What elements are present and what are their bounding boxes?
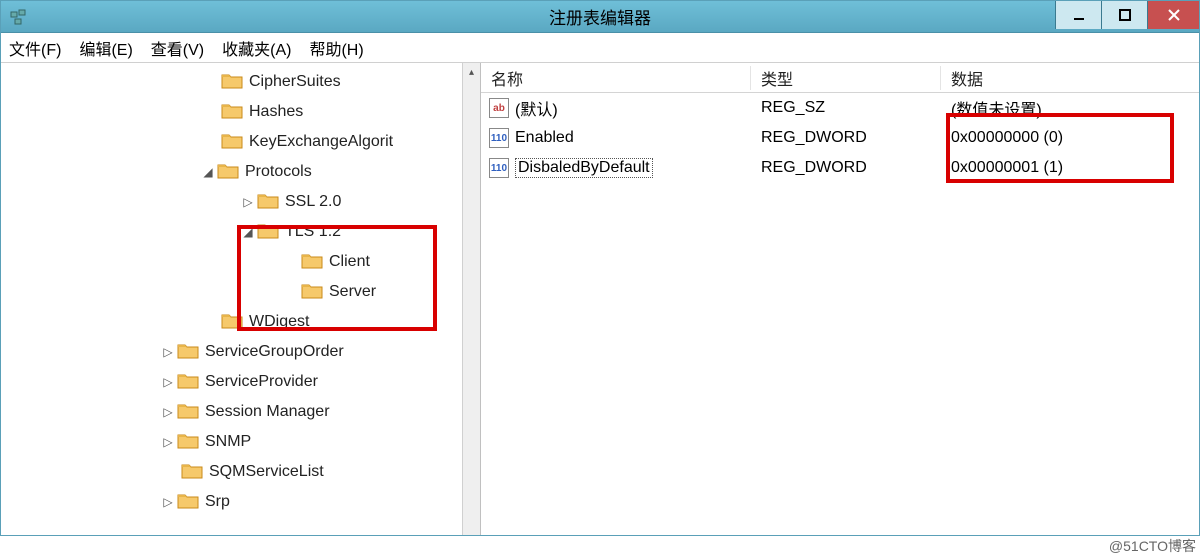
registry-editor-window: 注册表编辑器 文件(F) 编辑(E) 查看(V) 收藏夹(A) 帮助(H) Ci… (0, 0, 1200, 536)
tree-item[interactable]: ▷ ServiceGroupOrder (1, 337, 480, 367)
title-bar[interactable]: 注册表编辑器 (1, 1, 1199, 33)
expand-toggle-icon[interactable]: ▷ (161, 405, 175, 419)
tree-item[interactable]: ◢ Protocols (1, 157, 480, 187)
folder-icon (177, 342, 199, 362)
tree-item[interactable]: WDigest (1, 307, 480, 337)
tree-item-label: Session Manager (205, 403, 330, 421)
folder-icon (301, 282, 323, 302)
expand-toggle-icon[interactable]: ▷ (161, 375, 175, 389)
tree-item[interactable]: ▷ ServiceProvider (1, 367, 480, 397)
value-row[interactable]: 110 DisbaledByDefault REG_DWORD0x00000001 … (481, 153, 1199, 183)
folder-icon (177, 372, 199, 392)
expand-toggle-icon[interactable]: ◢ (201, 165, 215, 179)
tree-item-label: WDigest (249, 313, 309, 331)
folder-icon (217, 162, 239, 182)
list-header[interactable]: 名称 类型 数据 (481, 63, 1199, 93)
tree-scrollbar[interactable]: ▴ (462, 63, 480, 535)
tree-item-label: TLS 1.2 (285, 223, 341, 241)
header-type[interactable]: 类型 (751, 66, 941, 90)
window-title: 注册表编辑器 (549, 4, 651, 29)
folder-icon (221, 72, 243, 92)
string-value-icon: ab (489, 98, 509, 118)
tree-item-label: ServiceGroupOrder (205, 343, 344, 361)
folder-icon (177, 492, 199, 512)
window-buttons (1055, 1, 1199, 29)
folder-icon (301, 252, 323, 272)
value-name: DisbaledByDefault (515, 158, 653, 178)
value-data: 0x00000001 (1) (941, 159, 1199, 177)
dword-value-icon: 110 (489, 158, 509, 178)
tree-item-label: Protocols (245, 163, 312, 181)
expand-toggle-icon[interactable]: ▷ (241, 195, 255, 209)
tree-item-label: CipherSuites (249, 73, 341, 91)
tree-item[interactable]: ▷ SNMP (1, 427, 480, 457)
tree-item[interactable]: SQMServiceList (1, 457, 480, 487)
watermark: @51CTO博客 (1109, 536, 1196, 556)
tree-item[interactable]: CipherSuites (1, 67, 480, 97)
tree-item-label: Client (329, 253, 370, 271)
value-name: Enabled (515, 129, 574, 147)
registry-tree: CipherSuites Hashes KeyExchangeAlgorit ◢ Pro… (1, 63, 480, 517)
folder-icon (181, 462, 203, 482)
dword-value-icon: 110 (489, 128, 509, 148)
value-row[interactable]: ab (默认) REG_SZ(数值未设置) (481, 93, 1199, 123)
folder-icon (221, 132, 243, 152)
expand-toggle-icon[interactable]: ▷ (161, 495, 175, 509)
values-pane[interactable]: 名称 类型 数据 ab (默认) REG_SZ(数值未设置) 110 Enabled RE… (481, 63, 1199, 535)
menu-favorites[interactable]: 收藏夹(A) (222, 36, 291, 60)
tree-item[interactable]: KeyExchangeAlgorit (1, 127, 480, 157)
folder-icon (221, 102, 243, 122)
menu-file[interactable]: 文件(F) (9, 36, 61, 60)
value-data: 0x00000000 (0) (941, 129, 1199, 147)
tree-item[interactable]: Server (1, 277, 480, 307)
maximize-button[interactable] (1101, 1, 1147, 29)
value-type: REG_SZ (751, 99, 941, 117)
folder-icon (221, 312, 243, 332)
value-type: REG_DWORD (751, 129, 941, 147)
menu-view[interactable]: 查看(V) (151, 36, 204, 60)
scroll-up-icon[interactable]: ▴ (463, 63, 480, 81)
tree-item-label: Srp (205, 493, 230, 511)
tree-item[interactable]: Hashes (1, 97, 480, 127)
tree-item[interactable]: ▷ SSL 2.0 (1, 187, 480, 217)
value-type: REG_DWORD (751, 159, 941, 177)
tree-item-label: SSL 2.0 (285, 193, 341, 211)
tree-item[interactable]: ▷ Session Manager (1, 397, 480, 427)
folder-icon (257, 192, 279, 212)
expand-toggle-icon[interactable]: ▷ (161, 345, 175, 359)
tree-item-label: Hashes (249, 103, 303, 121)
value-data: (数值未设置) (941, 96, 1199, 120)
expand-toggle-icon[interactable]: ◢ (241, 225, 255, 239)
header-name[interactable]: 名称 (481, 66, 751, 90)
minimize-button[interactable] (1055, 1, 1101, 29)
header-data[interactable]: 数据 (941, 66, 1199, 90)
menu-bar: 文件(F) 编辑(E) 查看(V) 收藏夹(A) 帮助(H) (1, 33, 1199, 63)
value-row[interactable]: 110 Enabled REG_DWORD0x00000000 (0) (481, 123, 1199, 153)
value-name: (默认) (515, 96, 558, 120)
tree-item[interactable]: ▷ Srp (1, 487, 480, 517)
tree-pane[interactable]: CipherSuites Hashes KeyExchangeAlgorit ◢ Pro… (1, 63, 481, 535)
tree-item-label: SNMP (205, 433, 251, 451)
tree-item-label: ServiceProvider (205, 373, 318, 391)
expand-toggle-icon[interactable]: ▷ (161, 435, 175, 449)
folder-icon (177, 402, 199, 422)
tree-item[interactable]: Client (1, 247, 480, 277)
app-icon (9, 7, 29, 27)
folder-icon (257, 222, 279, 242)
tree-item-label: Server (329, 283, 376, 301)
tree-item-label: SQMServiceList (209, 463, 324, 481)
menu-help[interactable]: 帮助(H) (309, 36, 363, 60)
tree-item[interactable]: ◢ TLS 1.2 (1, 217, 480, 247)
tree-item-label: KeyExchangeAlgorit (249, 133, 393, 151)
folder-icon (177, 432, 199, 452)
menu-edit[interactable]: 编辑(E) (79, 36, 132, 60)
list-body: ab (默认) REG_SZ(数值未设置) 110 Enabled REG_DWORD0x… (481, 93, 1199, 183)
content-area: CipherSuites Hashes KeyExchangeAlgorit ◢ Pro… (1, 63, 1199, 535)
close-button[interactable] (1147, 1, 1199, 29)
